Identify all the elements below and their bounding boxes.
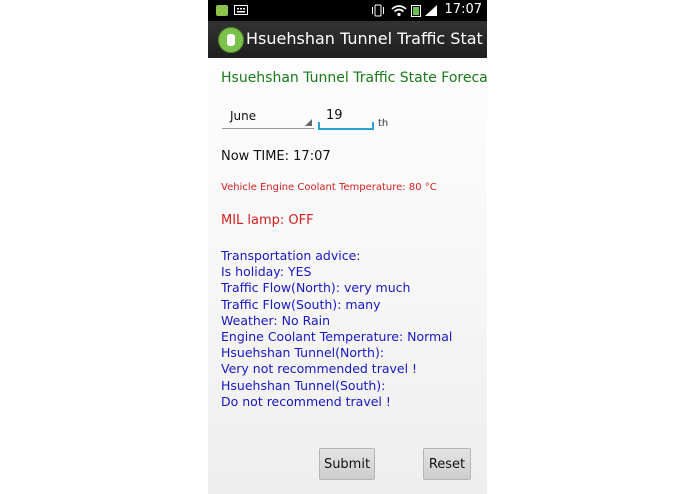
month-spinner[interactable]: June	[222, 106, 314, 129]
phone-screen: 17:07 Hsuehshan Tunnel Traffic Status Fo…	[208, 0, 487, 494]
day-value: 19	[326, 108, 343, 123]
advice-line: Hsuehshan Tunnel(North):	[221, 345, 385, 361]
advice-line: Very not recommended travel !	[221, 361, 418, 377]
wifi-icon	[391, 5, 407, 17]
forecast-heading: Hsuehshan Tunnel Traffic State Forecast	[221, 70, 487, 86]
app-logo-icon	[218, 27, 244, 53]
advice-title: Transportation advice:	[221, 248, 361, 263]
transportation-advice: Transportation advice: Is holiday: YES T…	[221, 248, 452, 410]
app-title: Hsuehshan Tunnel Traffic Status For...	[246, 29, 484, 48]
status-bar: 17:07	[208, 0, 487, 21]
submit-button[interactable]: Submit	[319, 448, 375, 480]
now-time-label: Now TIME: 17:07	[221, 149, 331, 164]
mil-lamp-label: MIL lamp: OFF	[221, 213, 314, 228]
advice-line: Hsuehshan Tunnel(South):	[221, 377, 386, 393]
status-bar-time: 17:07	[444, 2, 482, 17]
advice-line: Traffic Flow(South): many	[221, 296, 381, 312]
battery-icon	[411, 5, 421, 17]
advice-line: Do not recommend travel !	[221, 393, 391, 409]
app-notification-icon	[216, 5, 228, 16]
advice-line: Traffic Flow(North): very much	[221, 280, 411, 296]
signal-icon	[425, 5, 437, 16]
advice-line: Is holiday: YES	[221, 264, 312, 280]
advice-line: Weather: No Rain	[221, 312, 331, 328]
reset-button[interactable]: Reset	[423, 448, 471, 480]
vibrate-icon	[372, 4, 384, 17]
day-suffix-label: th	[378, 118, 389, 129]
action-bar: Hsuehshan Tunnel Traffic Status For...	[208, 21, 487, 58]
advice-line: Engine Coolant Temperature: Normal	[221, 329, 453, 345]
day-input[interactable]: 19	[318, 106, 374, 130]
dropdown-arrow-icon	[305, 119, 312, 126]
coolant-temperature-label: Vehicle Engine Coolant Temperature: 80 °…	[221, 182, 437, 193]
keyboard-icon	[234, 5, 248, 15]
month-value: June	[230, 109, 257, 123]
